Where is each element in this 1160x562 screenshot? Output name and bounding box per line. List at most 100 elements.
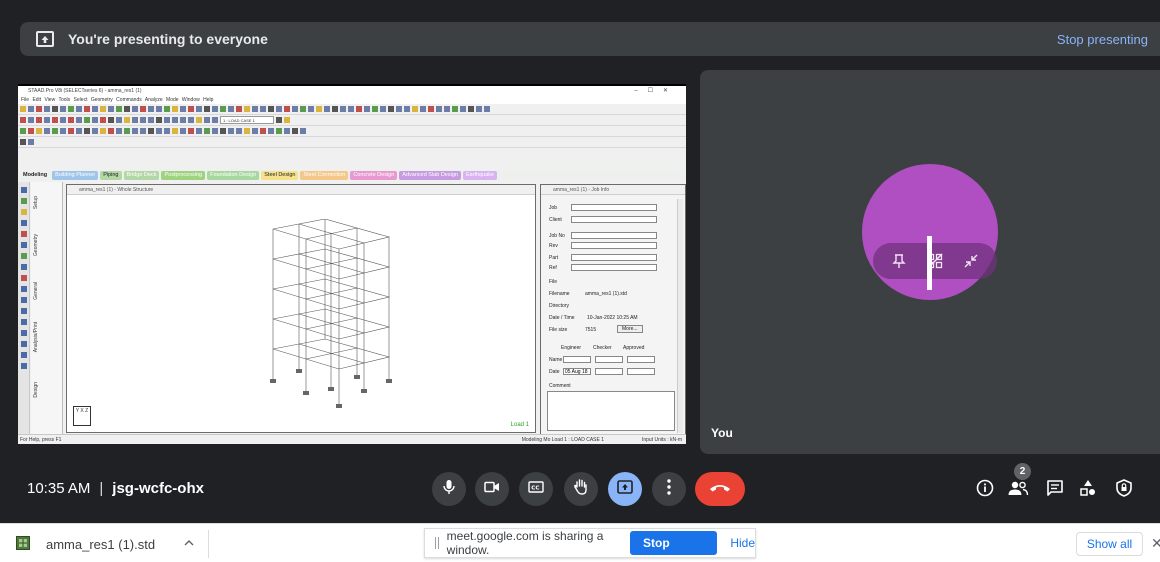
staad-menu-bar: File Edit View Tools Select Geometry Com…	[18, 96, 686, 104]
status-help: For Help, press F1	[20, 437, 62, 443]
minimize-icon[interactable]	[959, 249, 983, 273]
people-button[interactable]	[1004, 476, 1032, 504]
approved-label: Approved	[623, 345, 645, 351]
comment-input	[547, 391, 675, 431]
name-label: Name	[549, 357, 563, 363]
side-tab-design: Design	[33, 382, 39, 398]
tab-modeling: Modeling	[23, 171, 48, 178]
tile-controls	[873, 243, 997, 279]
people-icon	[1007, 480, 1029, 501]
current-time: 10:35 AM	[27, 480, 91, 497]
tab-concrete-design: Concrete Design	[350, 170, 398, 180]
rev-field-input	[571, 242, 657, 249]
self-name-label: You	[711, 426, 733, 440]
staad-toolbar-1	[18, 104, 686, 115]
microphone-button[interactable]	[432, 472, 466, 506]
download-bar: amma_res1 (1).std meet.google.com is sha…	[0, 523, 1160, 562]
structure-wireframe	[270, 219, 392, 408]
meeting-details-button[interactable]	[971, 476, 999, 504]
side-tab-analysis-print: Analysis/Print	[33, 322, 39, 353]
stop-sharing-button[interactable]: Stop sharing	[630, 531, 718, 562]
structure-view-title: amma_res1 (1) - Whole Structure	[67, 185, 535, 195]
tab-building-planner: Building Planner	[52, 170, 99, 180]
date-input: 05 Aug 18	[563, 368, 591, 375]
download-divider	[208, 530, 209, 558]
job-info-window: amma_res1 (1) - Job Info Job Client Job …	[540, 184, 686, 436]
checker-name-input	[595, 356, 623, 363]
meeting-code: jsg-wcfc-ohx	[112, 480, 204, 497]
tab-foundation-design: Foundation Design	[207, 170, 260, 180]
tab-steel-connection: Steel Connection	[300, 170, 349, 180]
presenting-banner: You're presenting to everyone Stop prese…	[20, 22, 1160, 56]
client-field-input	[571, 216, 657, 223]
datetime-label: Date / Time	[549, 315, 575, 321]
load-label: Load 1	[510, 422, 529, 428]
rev-field-label: Rev	[549, 243, 558, 249]
ref-field-label: Ref	[549, 265, 557, 271]
checker-label: Checker	[593, 345, 612, 351]
more-options-icon	[667, 478, 671, 500]
info-separator: |	[99, 480, 104, 497]
jobno-field-label: Job No	[549, 233, 565, 239]
staad-left-toolbar	[18, 182, 30, 436]
sharing-notification: meet.google.com is sharing a window. Sto…	[424, 528, 756, 562]
tab-earthquake: Earthquake	[462, 170, 498, 180]
part-field-input	[571, 254, 657, 261]
axis-indicator: Y X Z	[73, 406, 91, 426]
staad-file-icon	[16, 536, 30, 550]
present-button[interactable]	[608, 472, 642, 506]
side-tab-geometry: Geometry	[33, 234, 39, 256]
hide-button[interactable]: Hide	[730, 536, 755, 550]
stop-presenting-button[interactable]: Stop presenting	[1057, 32, 1148, 47]
engineer-label: Engineer	[561, 345, 582, 351]
job-info-title: amma_res1 (1) - Job Info	[541, 185, 685, 195]
job-field-label: Job	[549, 205, 558, 211]
tab-bridge-deck: Bridge Deck	[123, 170, 160, 180]
staad-side-tabs: Setup Geometry General Analysis/Print De…	[31, 182, 63, 436]
raise-hand-button[interactable]	[564, 472, 598, 506]
svg-text:CC: CC	[531, 486, 539, 492]
tab-advanced-slab-design: Advanced Slab Design	[399, 170, 461, 180]
activities-button[interactable]	[1074, 476, 1102, 504]
staad-title-bar: STAAD.Pro V8i (SELECTseries 6) - amma_re…	[18, 86, 686, 96]
side-tab-general: General	[33, 282, 39, 300]
staad-toolbar-2: 1 : LOAD CASE 1	[18, 115, 686, 126]
shared-screen: STAAD.Pro V8i (SELECTseries 6) - amma_re…	[18, 84, 686, 444]
pin-icon[interactable]	[887, 249, 911, 273]
end-call-icon	[709, 480, 731, 498]
staad-toolbar-3	[18, 126, 686, 137]
ref-field-input	[571, 264, 657, 271]
filesize-label: File size	[549, 327, 568, 333]
chevron-up-icon[interactable]	[182, 536, 196, 550]
close-icon[interactable]: ✕	[1151, 535, 1160, 552]
info-icon	[976, 479, 994, 502]
participant-count-badge: 2	[1014, 463, 1031, 480]
show-all-button[interactable]: Show all	[1076, 532, 1143, 556]
side-tab-setup: Setup	[33, 196, 39, 210]
captions-button[interactable]: CC	[519, 472, 553, 506]
drag-grip-icon[interactable]	[435, 537, 439, 549]
approved-date-input	[627, 368, 655, 375]
window-controls: –☐✕	[634, 88, 678, 94]
client-field-label: Client	[549, 217, 562, 223]
camera-icon	[484, 480, 500, 498]
host-controls-button[interactable]	[1110, 476, 1138, 504]
captions-icon: CC	[528, 480, 544, 498]
comment-label: Comment	[549, 383, 571, 389]
more-options-button[interactable]	[652, 472, 686, 506]
meeting-info: 10:35 AM | jsg-wcfc-ohx	[27, 480, 204, 497]
staad-page-tabs: Modeling Building Planner Piping Bridge …	[18, 170, 686, 180]
end-call-button[interactable]	[695, 472, 745, 506]
job-info-scrollbar	[677, 199, 683, 433]
chat-button[interactable]	[1041, 476, 1069, 504]
structure-view-window: amma_res1 (1) - Whole Structure Y X Z Lo…	[66, 184, 536, 433]
drag-handle[interactable]	[927, 236, 932, 290]
camera-button[interactable]	[475, 472, 509, 506]
download-file-name[interactable]: amma_res1 (1).std	[46, 537, 155, 552]
tab-postprocessing: Postprocessing	[161, 170, 206, 180]
job-field-input	[571, 204, 657, 211]
tab-steel-design: Steel Design	[261, 170, 299, 180]
filename-value: amma_res1 (1).std	[585, 291, 627, 297]
part-field-label: Part	[549, 255, 559, 261]
datetime-value: 10-Jan-2022 10:25 AM	[587, 315, 638, 321]
